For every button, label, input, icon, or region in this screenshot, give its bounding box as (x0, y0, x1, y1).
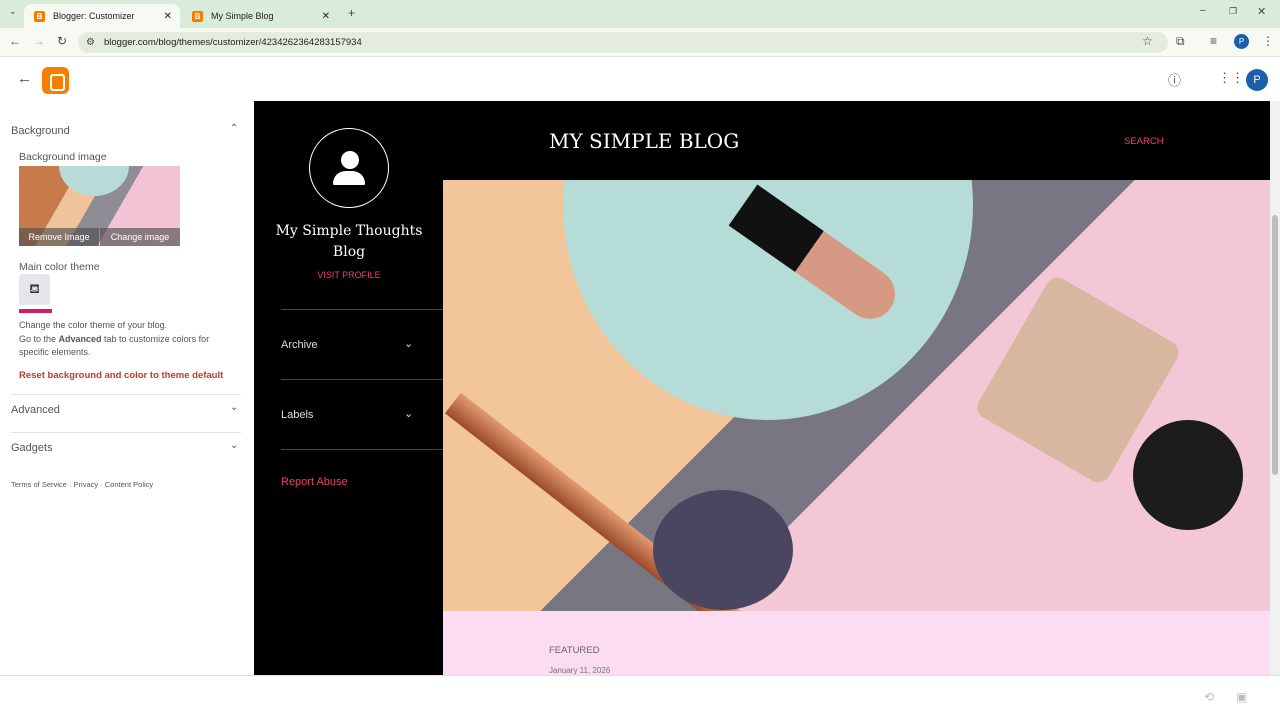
tab-bar: ⌄ B Blogger: Customizer ✕ B My Simple Blog ✕… (0, 0, 1280, 28)
site-info-icon[interactable]: ⚙ (86, 32, 95, 53)
address-bar-row: ← → ↻ ⚙ blogger.com/blog/themes/customize… (0, 28, 1280, 57)
background-image-thumbnail: Remove Image Change image (19, 166, 180, 246)
blogger-logo[interactable] (42, 67, 69, 94)
profile-name: My Simple Thoughts Blog (275, 223, 423, 260)
change-image-button[interactable]: Change image (100, 228, 180, 246)
url-text: blogger.com/blog/themes/customizer/42342… (104, 37, 362, 48)
profile-avatar[interactable]: P (1234, 34, 1249, 49)
reset-theme-link[interactable]: Reset background and color to theme defa… (19, 370, 223, 381)
blog-preview: My Simple Thoughts Blog VISIT PROFILE Ar… (254, 101, 1270, 675)
close-tab-icon[interactable]: ✕ (322, 11, 330, 22)
minimize-icon[interactable]: – (1200, 5, 1206, 16)
remove-image-button[interactable]: Remove Image (19, 228, 99, 246)
chevron-down-icon[interactable]: ⌄ (230, 402, 238, 413)
maximize-icon[interactable]: ❐ (1229, 6, 1237, 17)
preview-scrollbar[interactable] (1270, 101, 1280, 675)
post-date: January 11, 2026 (549, 666, 611, 675)
privacy-link[interactable]: Privacy (74, 480, 99, 489)
new-tab-icon[interactable]: + (348, 6, 355, 20)
tab-search-icon[interactable]: ⌄ (9, 6, 17, 17)
revert-icon[interactable]: ⟲ (1204, 690, 1214, 704)
selected-color-indicator (19, 309, 52, 313)
chevron-down-icon[interactable]: ⌄ (404, 337, 413, 350)
blogger-favicon: B (34, 10, 45, 22)
tab-customizer[interactable]: B Blogger: Customizer ✕ (24, 4, 180, 28)
footer-links: Terms of Service · Privacy · Content Pol… (11, 480, 154, 489)
divider (11, 394, 241, 395)
close-tab-icon[interactable]: ✕ (164, 11, 172, 22)
terms-link[interactable]: Terms of Service (11, 480, 67, 489)
background-image-label: Background image (19, 151, 107, 163)
chevron-down-icon[interactable]: ⌄ (230, 440, 238, 451)
main-color-theme-label: Main color theme (19, 261, 100, 273)
tab-label: My Simple Blog (211, 11, 274, 21)
hero-image (443, 180, 1270, 611)
search-link[interactable]: SEARCH (1124, 136, 1164, 147)
tab-label: Blogger: Customizer (53, 11, 135, 21)
blogger-header: ← ⓘ ⋮⋮ P (0, 57, 1280, 101)
menu-icon[interactable]: ⋮ (1262, 34, 1274, 48)
featured-label: FEATURED (549, 645, 600, 656)
labels-widget[interactable]: Labels (281, 409, 313, 421)
media-icon[interactable]: ≡ (1210, 34, 1217, 48)
forward-icon[interactable]: → (33, 34, 45, 48)
visit-profile-link[interactable]: VISIT PROFILE (274, 270, 424, 280)
account-avatar[interactable]: P (1246, 69, 1268, 91)
divider (281, 449, 443, 450)
chevron-down-icon[interactable]: ⌄ (404, 407, 413, 420)
divider (281, 379, 443, 380)
close-window-icon[interactable]: ✕ (1257, 5, 1266, 18)
bookmark-star-icon[interactable]: ☆ (1142, 34, 1153, 48)
help-icon[interactable]: ⓘ (1168, 70, 1181, 89)
back-arrow-icon[interactable]: ← (17, 70, 32, 87)
report-abuse-link[interactable]: Report Abuse (281, 476, 348, 488)
apps-grid-icon[interactable]: ⋮⋮ (1218, 70, 1244, 86)
reload-icon[interactable]: ↻ (57, 34, 67, 48)
divider (281, 309, 443, 310)
profile-avatar-icon[interactable] (309, 128, 389, 208)
background-section-header[interactable]: Background (11, 125, 70, 137)
paint-bucket-icon[interactable]: ⛾ (19, 274, 50, 305)
back-icon[interactable]: ← (9, 34, 21, 48)
archive-widget[interactable]: Archive (281, 339, 318, 351)
extensions-icon[interactable]: ⧉ (1176, 34, 1185, 49)
blog-title[interactable]: MY SIMPLE BLOG (549, 129, 739, 153)
color-theme-description: Change the color theme of your blog. Go t… (19, 320, 210, 357)
tab-my-simple-blog[interactable]: B My Simple Blog ✕ (182, 4, 338, 28)
advanced-section-header[interactable]: Advanced (11, 404, 60, 416)
save-icon[interactable]: ▣ (1236, 690, 1247, 704)
divider (0, 675, 1280, 676)
url-input[interactable]: ⚙ blogger.com/blog/themes/customizer/4234… (78, 32, 1168, 53)
blogger-favicon: B (192, 10, 203, 22)
content-policy-link[interactable]: Content Policy (105, 480, 153, 489)
gadgets-section-header[interactable]: Gadgets (11, 442, 53, 454)
featured-section: FEATURED January 11, 2026 (443, 611, 1270, 675)
divider (11, 432, 241, 433)
chevron-up-icon[interactable]: ⌃ (230, 123, 238, 134)
